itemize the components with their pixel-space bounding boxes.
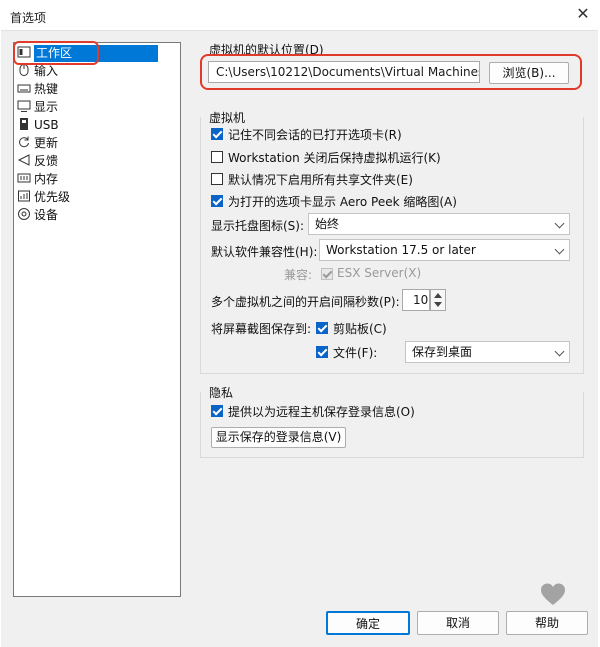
save-screenshot-label: 将屏幕截图保存到:: [211, 322, 312, 336]
tray-icon-select[interactable]: 始终: [308, 213, 570, 235]
help-button[interactable]: 帮助: [506, 611, 588, 635]
ok-button[interactable]: 确定: [326, 611, 410, 635]
highlight-box-path: [200, 54, 582, 90]
compatible-label: 兼容:: [284, 268, 313, 282]
tray-icon-value: 始终: [315, 217, 340, 231]
enable-shared-folders-label: 默认情况下启用所有共享文件夹(E): [228, 173, 413, 187]
startup-delay-input[interactable]: 10: [402, 289, 430, 311]
highlight-box-workspace: [13, 41, 99, 65]
usb-icon: [20, 118, 28, 130]
save-login-label: 提供以为远程主机保存登录信息(O): [228, 405, 415, 419]
startup-delay-label: 多个虚拟机之间的开启间隔秒数(P):: [211, 295, 400, 309]
mouse-icon: [19, 64, 29, 76]
clipboard-checkbox[interactable]: [316, 322, 328, 334]
sidebar-item-label: 设备: [34, 208, 59, 222]
heart-icon: [541, 583, 565, 605]
file-checkbox[interactable]: [316, 346, 328, 358]
window-title: 首选项: [10, 11, 47, 25]
sidebar-item-memory[interactable]: 内存: [17, 171, 177, 188]
sidebar-item-hotkeys[interactable]: 热键: [17, 81, 177, 98]
esx-server-checkbox: [321, 268, 333, 280]
sidebar-item-label: 优先级: [34, 190, 71, 204]
chevron-down-icon: [554, 218, 565, 229]
sidebar-item-priority[interactable]: 优先级: [17, 189, 177, 206]
remember-tabs-label: 记住不同会话的已打开选项卡(R): [228, 128, 402, 142]
aero-peek-label: 为打开的选项卡显示 Aero Peek 缩略图(A): [228, 195, 457, 209]
increment-arrow-icon[interactable]: [434, 293, 442, 298]
sidebar-item-label: USB: [34, 118, 59, 132]
save-login-checkbox[interactable]: [211, 405, 223, 417]
sidebar-item-label: 更新: [34, 136, 59, 150]
chevron-down-icon: [554, 244, 565, 255]
file-label: 文件(F):: [333, 346, 378, 360]
startup-delay-stepper[interactable]: [430, 289, 446, 311]
monitor-icon: [17, 100, 31, 112]
priority-icon: [18, 190, 30, 202]
keep-running-checkbox[interactable]: [211, 151, 223, 163]
show-saved-login-button[interactable]: 显示保存的登录信息(V): [211, 427, 346, 448]
sidebar-item-label: 输入: [34, 64, 59, 78]
memory-icon: [17, 173, 31, 183]
chevron-down-icon: [554, 346, 565, 357]
sidebar-item-label: 热键: [34, 82, 59, 96]
device-icon: [18, 208, 30, 220]
sidebar-item-label: 反馈: [34, 154, 59, 168]
sidebar-item-label: 显示: [34, 100, 59, 114]
sidebar-item-label: 内存: [34, 172, 59, 186]
close-icon[interactable]: ✕: [574, 5, 592, 23]
sidebar-item-display[interactable]: 显示: [17, 99, 177, 116]
esx-server-label: ESX Server(X): [337, 266, 422, 280]
privacy-group-box: [200, 392, 584, 458]
decrement-arrow-icon[interactable]: [434, 302, 442, 307]
feedback-icon: [17, 154, 30, 166]
compat-select[interactable]: Workstation 17.5 or later: [319, 239, 570, 261]
remember-tabs-checkbox[interactable]: [211, 128, 223, 140]
compat-label: 默认软件兼容性(H):: [211, 245, 318, 259]
clipboard-label: 剪贴板(C): [333, 322, 387, 336]
tray-icon-label: 显示托盘图标(S):: [211, 219, 305, 233]
compat-value: Workstation 17.5 or later: [326, 243, 476, 257]
cancel-button[interactable]: 取消: [417, 611, 499, 635]
enable-shared-folders-checkbox[interactable]: [211, 173, 223, 185]
sidebar-item-usb[interactable]: USB: [17, 117, 177, 134]
refresh-icon: [19, 136, 29, 148]
sidebar: 工作区 输入 热键 显示 USB 更新 反馈 内存 优先级 设备: [13, 42, 181, 597]
sidebar-item-updates[interactable]: 更新: [17, 135, 177, 152]
file-target-select[interactable]: 保存到桌面: [405, 341, 570, 363]
aero-peek-checkbox[interactable]: [211, 195, 223, 207]
file-target-value: 保存到桌面: [412, 345, 473, 359]
sidebar-item-feedback[interactable]: 反馈: [17, 153, 177, 170]
keep-running-label: Workstation 关闭后保持虚拟机运行(K): [228, 151, 441, 165]
sidebar-item-input[interactable]: 输入: [17, 63, 177, 80]
keyboard-icon: [17, 84, 31, 93]
sidebar-item-devices[interactable]: 设备: [17, 207, 177, 224]
